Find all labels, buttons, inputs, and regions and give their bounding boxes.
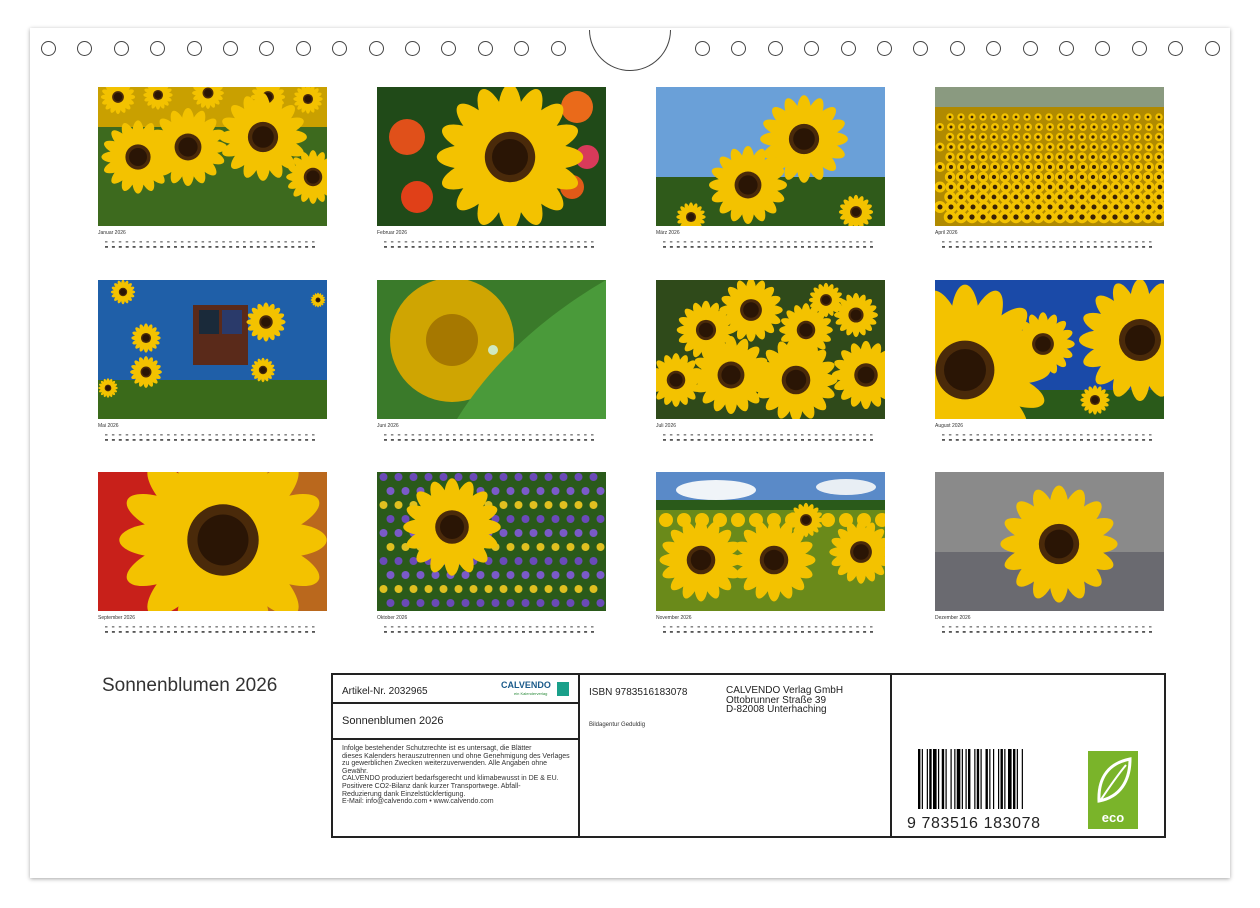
- month-label: Juli 2026: [656, 423, 677, 429]
- binding-hole: [77, 41, 93, 56]
- info-column-middle: ISBN 9783516183078 Bildagentur Geduldig …: [580, 675, 892, 836]
- binding-hole: [550, 41, 566, 56]
- binding-hole: [113, 41, 129, 56]
- month-sheet: Mai 2026: [98, 280, 327, 441]
- month-label: Oktober 2026: [377, 615, 408, 621]
- binding-hole: [1168, 41, 1184, 56]
- month-sheet: Februar 2026: [377, 87, 606, 248]
- month-sheet: März 2026: [656, 87, 885, 248]
- binding-hole: [804, 41, 820, 56]
- day-strip: [935, 430, 1164, 441]
- sunflower-photo: [935, 280, 1164, 419]
- info-box: Artikel-Nr. 2032965 CALVENDO ein Kalende…: [331, 673, 1166, 838]
- isbn: ISBN 9783516183078: [589, 687, 688, 698]
- month-sheet: Oktober 2026: [377, 472, 606, 633]
- month-label: August 2026: [935, 423, 964, 429]
- binding-hole: [514, 41, 530, 56]
- binding-hole: [295, 41, 311, 56]
- day-strip: [377, 430, 606, 441]
- article-row: Artikel-Nr. 2032965 CALVENDO ein Kalende…: [333, 675, 578, 704]
- binding-hole: [150, 41, 166, 56]
- sunflower-photo: [656, 87, 885, 226]
- month-sheet: November 2026: [656, 472, 885, 633]
- binding-hole: [1095, 41, 1111, 56]
- flag-icon: [557, 682, 569, 696]
- month-sheet: August 2026: [935, 280, 1164, 441]
- month-sheet: April 2026: [935, 87, 1164, 248]
- month-sheet: Dezember 2026: [935, 472, 1164, 633]
- binding-hole: [477, 41, 493, 56]
- month-label: Juni 2026: [377, 423, 399, 429]
- publisher-address: CALVENDO Verlag GmbH Ottobrunner Straße …: [726, 685, 844, 715]
- legal-text: Infolge bestehender Schutzrechte ist es …: [342, 745, 570, 806]
- day-strip: [656, 622, 885, 633]
- binding-hole: [695, 41, 710, 56]
- binding-hole: [1022, 41, 1038, 56]
- eco-badge: eco: [1088, 751, 1138, 829]
- month-label: April 2026: [935, 230, 958, 236]
- binding-hole: [731, 41, 747, 56]
- month-label: Mai 2026: [98, 423, 119, 429]
- binding-hole: [368, 41, 384, 56]
- info-column-left: Artikel-Nr. 2032965 CALVENDO ein Kalende…: [333, 675, 580, 836]
- leaf-icon: [1097, 757, 1132, 803]
- month-sheet: Januar 2026: [98, 87, 327, 248]
- calendar-title: Sonnenblumen 2026: [342, 715, 444, 727]
- binding-hole: [949, 41, 965, 56]
- month-sheet: September 2026: [98, 472, 327, 633]
- sunflower-photo: [377, 87, 606, 226]
- month-label: Februar 2026: [377, 230, 408, 236]
- month-label: November 2026: [656, 615, 692, 621]
- day-strip: [377, 237, 606, 248]
- day-strip: [935, 622, 1164, 633]
- sunflower-photo: [98, 280, 327, 419]
- month-label: Januar 2026: [98, 230, 126, 236]
- binding-hole: [1131, 41, 1147, 56]
- day-strip: [98, 622, 327, 633]
- binding-hole: [986, 41, 1002, 56]
- day-strip: [935, 237, 1164, 248]
- day-strip: [98, 430, 327, 441]
- month-sheet: Juli 2026: [656, 280, 885, 441]
- article-number: Artikel-Nr. 2032965: [342, 686, 428, 697]
- binding-hole: [840, 41, 856, 56]
- binding-hole: [1204, 41, 1220, 56]
- sunflower-photo: [935, 472, 1164, 611]
- calvendo-logo: CALVENDO ein Kalenderverlag: [501, 680, 573, 698]
- barcode: [918, 749, 1023, 809]
- day-strip: [656, 430, 885, 441]
- binding-hole: [877, 41, 892, 56]
- day-strip: [656, 237, 885, 248]
- day-strip: [377, 622, 606, 633]
- binding-hole: [405, 41, 420, 56]
- title-row: Sonnenblumen 2026: [333, 704, 578, 740]
- binding-hole: [41, 41, 56, 56]
- binding-hole: [186, 41, 202, 56]
- info-column-right: 9 783516 183078 eco: [892, 675, 1164, 836]
- barcode-number: 9 783516 183078: [907, 815, 1041, 832]
- binding-hole: [441, 41, 457, 56]
- sunflower-photo: [656, 472, 885, 611]
- binding-hole: [223, 41, 238, 56]
- sunflower-photo: [98, 87, 327, 226]
- sunflower-photo: [935, 87, 1164, 226]
- binding-hole: [332, 41, 348, 56]
- binding-hole: [913, 41, 929, 56]
- cover-title: Sonnenblumen 2026: [102, 675, 278, 696]
- sunflower-photo: [377, 280, 606, 419]
- sunflower-photo: [98, 472, 327, 611]
- month-label: September 2026: [98, 615, 135, 621]
- binding-hole: [767, 41, 783, 56]
- binding-hole: [259, 41, 275, 56]
- month-label: Dezember 2026: [935, 615, 971, 621]
- month-label: März 2026: [656, 230, 680, 236]
- sunflower-photo: [656, 280, 885, 419]
- sunflower-photo: [377, 472, 606, 611]
- month-sheet: Juni 2026: [377, 280, 606, 441]
- binding-hole: [1059, 41, 1074, 56]
- photo-agency: Bildagentur Geduldig: [589, 722, 646, 728]
- day-strip: [98, 237, 327, 248]
